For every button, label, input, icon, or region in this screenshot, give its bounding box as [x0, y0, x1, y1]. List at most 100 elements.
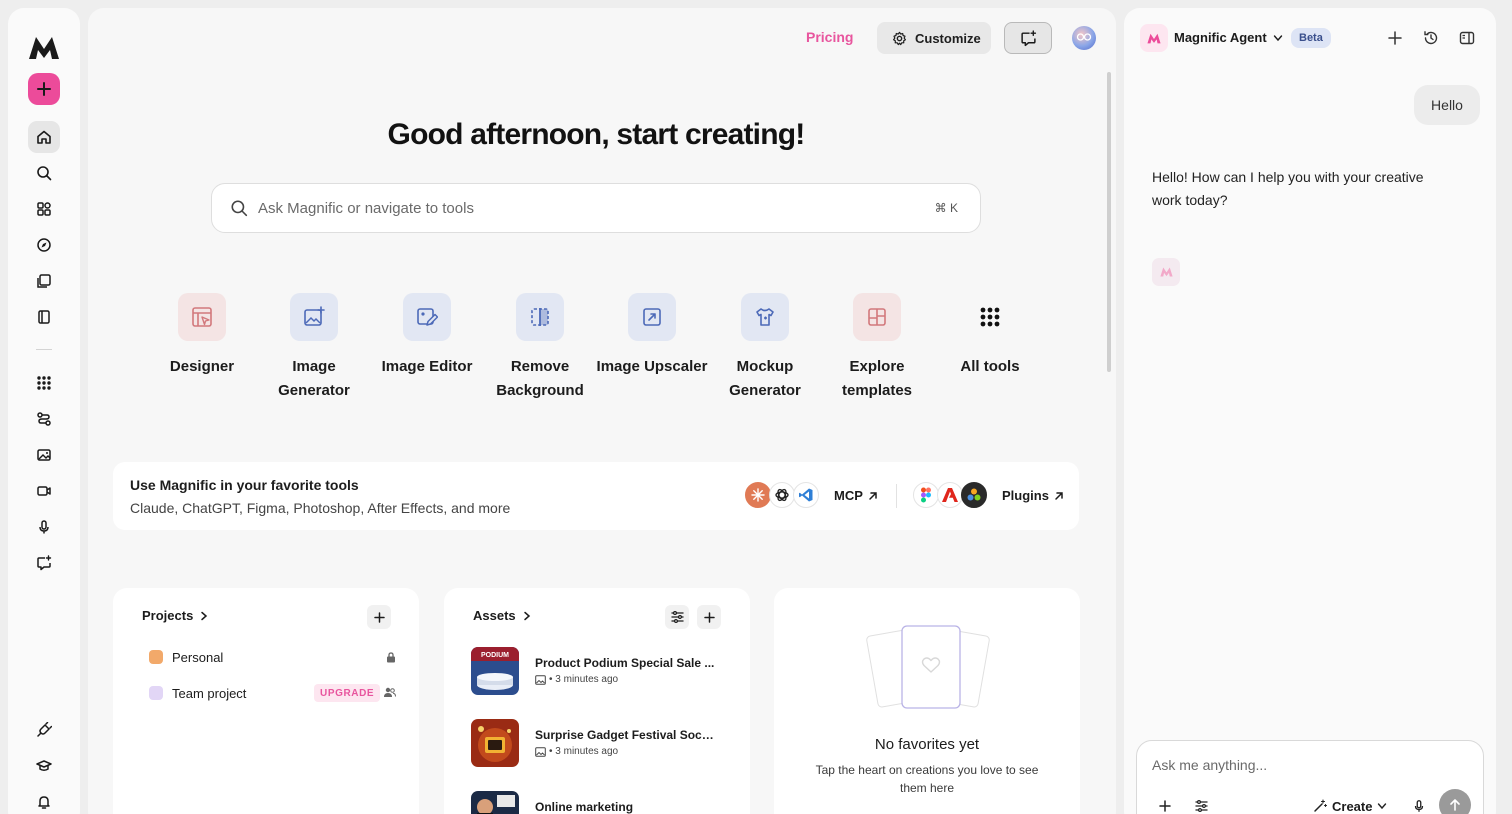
assets-title: Assets: [473, 608, 516, 623]
arrow-up-right-icon: [869, 491, 877, 500]
attach-button[interactable]: [1155, 796, 1175, 814]
pricing-link[interactable]: Pricing: [806, 29, 853, 45]
global-search[interactable]: ⌘ K: [211, 183, 981, 233]
plus-icon: [373, 611, 385, 623]
image-generator-tile: [290, 293, 338, 341]
search-icon: [231, 200, 248, 217]
customize-button[interactable]: Customize: [877, 22, 991, 54]
upgrade-badge[interactable]: UPGRADE: [314, 684, 381, 702]
rail-audio[interactable]: [28, 511, 60, 543]
rail-integrations[interactable]: [28, 714, 60, 746]
plugins-link[interactable]: Plugins: [1002, 488, 1065, 503]
team-icon: [384, 687, 396, 697]
tool-explore-templates[interactable]: Explore templates: [821, 293, 933, 403]
mcp-label: MCP: [834, 488, 863, 503]
agent-logo-icon: [1140, 24, 1168, 52]
sliders-icon: [1194, 800, 1208, 812]
rail-image[interactable]: [28, 439, 60, 471]
rail-library[interactable]: [28, 265, 60, 297]
rail-explore[interactable]: [28, 229, 60, 261]
tool-remove-background[interactable]: Remove Background: [484, 293, 596, 403]
mode-selector[interactable]: Create: [1313, 796, 1387, 814]
tool-image-editor[interactable]: Image Editor: [371, 293, 483, 379]
magic-wand-icon: [1314, 799, 1327, 812]
rail-docs[interactable]: [28, 301, 60, 333]
mcp-link[interactable]: MCP: [834, 488, 879, 503]
tool-label: Remove Background: [496, 358, 584, 399]
tool-image-generator[interactable]: Image Generator: [258, 293, 370, 403]
rail-all-tools[interactable]: [28, 367, 60, 399]
agent-typing-icon: [1152, 258, 1180, 286]
send-button[interactable]: [1439, 789, 1471, 814]
chat-input[interactable]: [1152, 757, 1452, 773]
rail-workflow[interactable]: [28, 403, 60, 435]
dots-grid-icon: [37, 376, 51, 390]
projects-card: Projects Personal Team project UPGRADE: [113, 588, 419, 814]
tool-image-upscaler[interactable]: Image Upscaler: [596, 293, 708, 379]
filter-assets-button[interactable]: [665, 605, 689, 629]
asset-time: • 3 minutes ago: [549, 746, 619, 757]
search-input[interactable]: [258, 199, 858, 217]
rail-notifications[interactable]: [28, 786, 60, 814]
left-rail: [8, 8, 80, 814]
asset-item[interactable]: Surprise Gadget Festival Soci... • 3 min…: [471, 719, 731, 767]
agent-panel: Magnific Agent Beta Hello Hello! How can…: [1124, 8, 1496, 814]
sliders-icon: [670, 611, 684, 623]
project-item-team[interactable]: Team project: [149, 683, 246, 703]
rail-apps[interactable]: [28, 193, 60, 225]
asset-thumbnail-podium: PODIUM: [471, 647, 519, 695]
rail-search[interactable]: [28, 157, 60, 189]
project-item-personal[interactable]: Personal: [149, 647, 223, 667]
agent-name-label: Magnific Agent: [1174, 30, 1267, 45]
dots-grid-icon: [980, 307, 1000, 327]
tool-designer[interactable]: Designer: [146, 293, 258, 379]
beta-badge: Beta: [1291, 28, 1331, 48]
rail-feedback[interactable]: [28, 547, 60, 579]
add-project-button[interactable]: [367, 605, 391, 629]
rail-home[interactable]: [28, 121, 60, 153]
new-creation-button[interactable]: [28, 73, 60, 105]
agent-selector[interactable]: Magnific Agent: [1174, 30, 1283, 45]
asset-meta: • 3 minutes ago: [535, 746, 618, 757]
tool-label: All tools: [960, 358, 1020, 375]
tool-label: Mockup Generator: [729, 358, 801, 399]
adobe-icon: [937, 482, 963, 508]
feedback-button[interactable]: [1004, 22, 1052, 54]
rail-video[interactable]: [28, 475, 60, 507]
settings-sliders-button[interactable]: [1191, 796, 1211, 814]
user-avatar[interactable]: [1072, 26, 1096, 50]
rail-divider: [36, 349, 52, 350]
favorites-empty-title: No favorites yet: [874, 736, 980, 753]
microphone-icon: [39, 520, 49, 534]
magnific-logo-icon[interactable]: [28, 36, 60, 60]
toggle-panel-button[interactable]: [1457, 28, 1477, 48]
chat-history-button[interactable]: [1421, 28, 1441, 48]
stack-icon: [37, 274, 51, 288]
chevron-right-icon: [201, 611, 208, 620]
chevron-down-icon: [1378, 803, 1387, 810]
rail-learn[interactable]: [28, 750, 60, 782]
search-icon: [37, 166, 52, 181]
voice-input-button[interactable]: [1409, 796, 1429, 814]
tool-mockup-generator[interactable]: Mockup Generator: [709, 293, 821, 403]
new-chat-button[interactable]: [1385, 28, 1405, 48]
asset-name: Online marketing: [535, 800, 634, 814]
plus-icon: [37, 82, 51, 96]
workflow-icon: [37, 412, 51, 426]
main-scrollbar[interactable]: [1107, 72, 1111, 372]
davinci-icon: [961, 482, 987, 508]
add-asset-button[interactable]: [697, 605, 721, 629]
explore-templates-tile: [853, 293, 901, 341]
split-image-icon: [531, 308, 549, 326]
assets-title-link[interactable]: Assets: [473, 608, 532, 623]
claude-icon: [745, 482, 771, 508]
asset-name: Surprise Gadget Festival Soci...: [535, 728, 715, 742]
video-icon: [37, 486, 51, 496]
tool-label: Designer: [169, 358, 235, 375]
asset-item[interactable]: PODIUM Product Podium Special Sale ... •…: [471, 647, 731, 695]
image-edit-icon: [417, 308, 438, 326]
all-tools-tile: [966, 293, 1014, 341]
asset-item[interactable]: Online marketing: [471, 791, 731, 814]
projects-title-link[interactable]: Projects: [142, 608, 209, 623]
tool-all-tools[interactable]: All tools: [934, 293, 1046, 379]
